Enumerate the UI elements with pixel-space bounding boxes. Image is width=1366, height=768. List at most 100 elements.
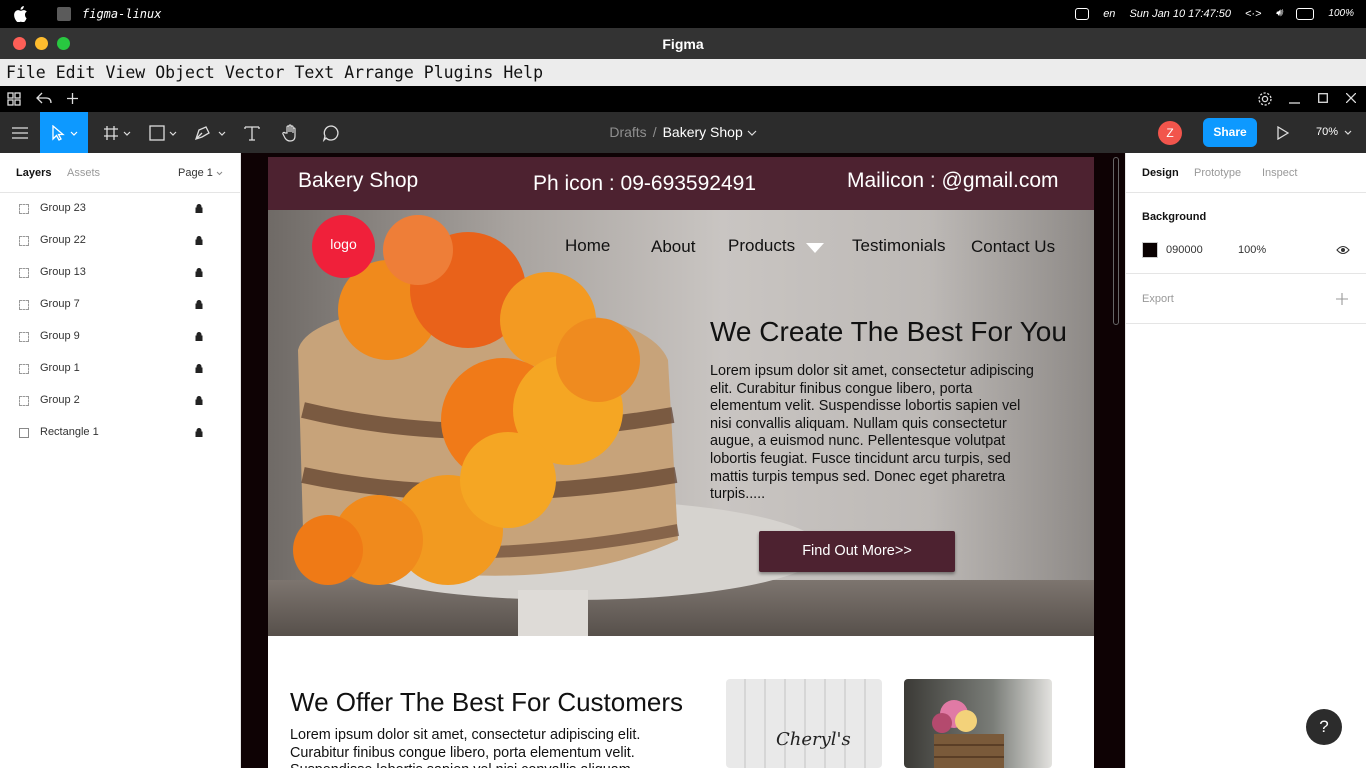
tab-layers[interactable]: Layers (16, 167, 51, 179)
group-layer-icon (19, 236, 29, 246)
nav-contact-us[interactable]: Contact Us (971, 237, 1055, 257)
window-title: Figma (662, 36, 704, 52)
layer-row[interactable]: Group 1 (0, 353, 240, 385)
breadcrumb-drafts[interactable]: Drafts (609, 124, 646, 140)
background-hex[interactable]: 090000 (1166, 244, 1203, 256)
zoom-chevron-icon[interactable] (1344, 130, 1352, 136)
lock-icon[interactable] (195, 428, 203, 437)
back-icon[interactable] (36, 91, 52, 106)
lock-icon[interactable] (195, 332, 203, 341)
user-avatar[interactable]: Z (1158, 121, 1182, 145)
group-layer-icon (19, 396, 29, 406)
layer-name: Group 23 (40, 202, 86, 214)
layer-row[interactable]: Group 7 (0, 289, 240, 321)
group-layer-icon (19, 204, 29, 214)
tab-prototype[interactable]: Prototype (1194, 167, 1241, 179)
battery-icon[interactable] (1296, 7, 1315, 20)
menu-edit[interactable]: Edit (56, 63, 96, 82)
background-color-swatch[interactable] (1142, 242, 1158, 258)
nav-home[interactable]: Home (565, 236, 610, 256)
layer-name: Group 22 (40, 234, 86, 246)
lock-icon[interactable] (195, 364, 203, 373)
eye-icon[interactable] (1336, 245, 1350, 255)
apple-icon[interactable] (14, 6, 28, 22)
nav-about[interactable]: About (651, 237, 695, 257)
hero-title[interactable]: We Create The Best For You (710, 316, 1067, 348)
offers-title[interactable]: We Offer The Best For Customers (290, 687, 683, 718)
layer-row[interactable]: Group 2 (0, 385, 240, 417)
network-icon[interactable]: <·> (1245, 8, 1262, 20)
layers-panel: Layers Assets Page 1 Group 23 Group 22 Gro… (0, 153, 241, 768)
menu-view[interactable]: View (106, 63, 146, 82)
file-name[interactable]: Bakery Shop (663, 124, 743, 140)
menu-arrange[interactable]: Arrange (344, 63, 414, 82)
volume-icon[interactable]: 🔊︎ (1275, 7, 1282, 20)
flower-crate-photo[interactable] (904, 679, 1052, 768)
tab-inspect[interactable]: Inspect (1262, 167, 1297, 179)
menu-plugins[interactable]: Plugins (424, 63, 494, 82)
products-dropdown-icon[interactable] (806, 243, 824, 253)
layer-list: Group 23 Group 22 Group 13 Group 7 Group 9 Gr… (0, 193, 240, 449)
help-button[interactable]: ? (1306, 709, 1342, 745)
figma-app-icon (57, 7, 71, 21)
layer-name: Group 1 (40, 362, 80, 374)
menu-object[interactable]: Object (155, 63, 215, 82)
layer-row[interactable]: Group 13 (0, 257, 240, 289)
lock-icon[interactable] (195, 268, 203, 277)
status-app-icon[interactable] (1075, 7, 1090, 20)
menu-vector[interactable]: Vector (225, 63, 285, 82)
site-mail[interactable]: Mailicon : @gmail.com (847, 169, 1059, 193)
minimize-icon[interactable] (1289, 93, 1300, 104)
layer-row[interactable]: Group 23 (0, 193, 240, 225)
site-logo[interactable]: logo (312, 215, 375, 278)
layer-name: Group 7 (40, 298, 80, 310)
new-tab-icon[interactable] (67, 93, 78, 104)
layer-name: Group 13 (40, 266, 86, 278)
group-layer-icon (19, 364, 29, 374)
chevron-down-icon[interactable] (747, 129, 757, 137)
background-opacity[interactable]: 100% (1238, 244, 1266, 256)
lock-icon[interactable] (195, 300, 203, 309)
page-chevron-icon[interactable] (216, 171, 223, 176)
menu-file[interactable]: File (6, 63, 46, 82)
offers-text[interactable]: Lorem ipsum dolor sit amet, consectetur … (290, 727, 690, 768)
site-header[interactable]: Bakery Shop Ph icon : 09-693592491 Maili… (268, 157, 1094, 210)
export-label: Export (1142, 293, 1174, 305)
breadcrumb-separator: / (652, 124, 657, 140)
menu-text[interactable]: Text (294, 63, 334, 82)
maximize-icon[interactable] (1318, 93, 1328, 103)
layer-row[interactable]: Group 9 (0, 321, 240, 353)
grid-icon[interactable] (7, 92, 21, 106)
nav-testimonials[interactable]: Testimonials (852, 236, 946, 256)
present-play-icon[interactable] (1277, 126, 1289, 140)
add-export-icon[interactable] (1336, 293, 1348, 305)
page-selector[interactable]: Page 1 (178, 167, 213, 179)
input-language[interactable]: en (1103, 8, 1115, 20)
tab-design[interactable]: Design (1142, 167, 1179, 179)
menu-help[interactable]: Help (503, 63, 543, 82)
lock-icon[interactable] (195, 204, 203, 213)
group-layer-icon (19, 268, 29, 278)
tab-assets[interactable]: Assets (67, 167, 100, 179)
layer-row[interactable]: Group 22 (0, 225, 240, 257)
hero-text[interactable]: Lorem ipsum dolor sit amet, consectetur … (710, 363, 1040, 504)
zoom-level[interactable]: 70% (1316, 126, 1338, 138)
share-button[interactable]: Share (1203, 118, 1257, 147)
os-menu-bar: figma-linux en Sun Jan 10 17:47:50 <·> 🔊… (0, 0, 1366, 28)
figma-toolbar: Drafts / Bakery Shop Z Share 70% (0, 112, 1366, 153)
nav-products[interactable]: Products (728, 236, 795, 256)
site-brand[interactable]: Bakery Shop (298, 169, 418, 193)
clock[interactable]: Sun Jan 10 17:47:50 (1129, 8, 1231, 20)
lock-icon[interactable] (195, 236, 203, 245)
rectangle-layer-icon (19, 428, 29, 438)
site-phone[interactable]: Ph icon : 09-693592491 (533, 172, 756, 196)
bakery-sign-photo[interactable]: Cheryl's (726, 679, 882, 768)
export-section: Export (1126, 274, 1366, 324)
lock-icon[interactable] (195, 396, 203, 405)
right-panel-tabs: Design Prototype Inspect (1126, 153, 1366, 193)
close-icon[interactable] (1346, 93, 1356, 103)
layer-row[interactable]: Rectangle 1 (0, 417, 240, 449)
find-out-more-button[interactable]: Find Out More>> (759, 531, 955, 572)
settings-gear-icon[interactable] (1257, 91, 1273, 107)
canvas-scrollbar[interactable] (1113, 157, 1119, 325)
